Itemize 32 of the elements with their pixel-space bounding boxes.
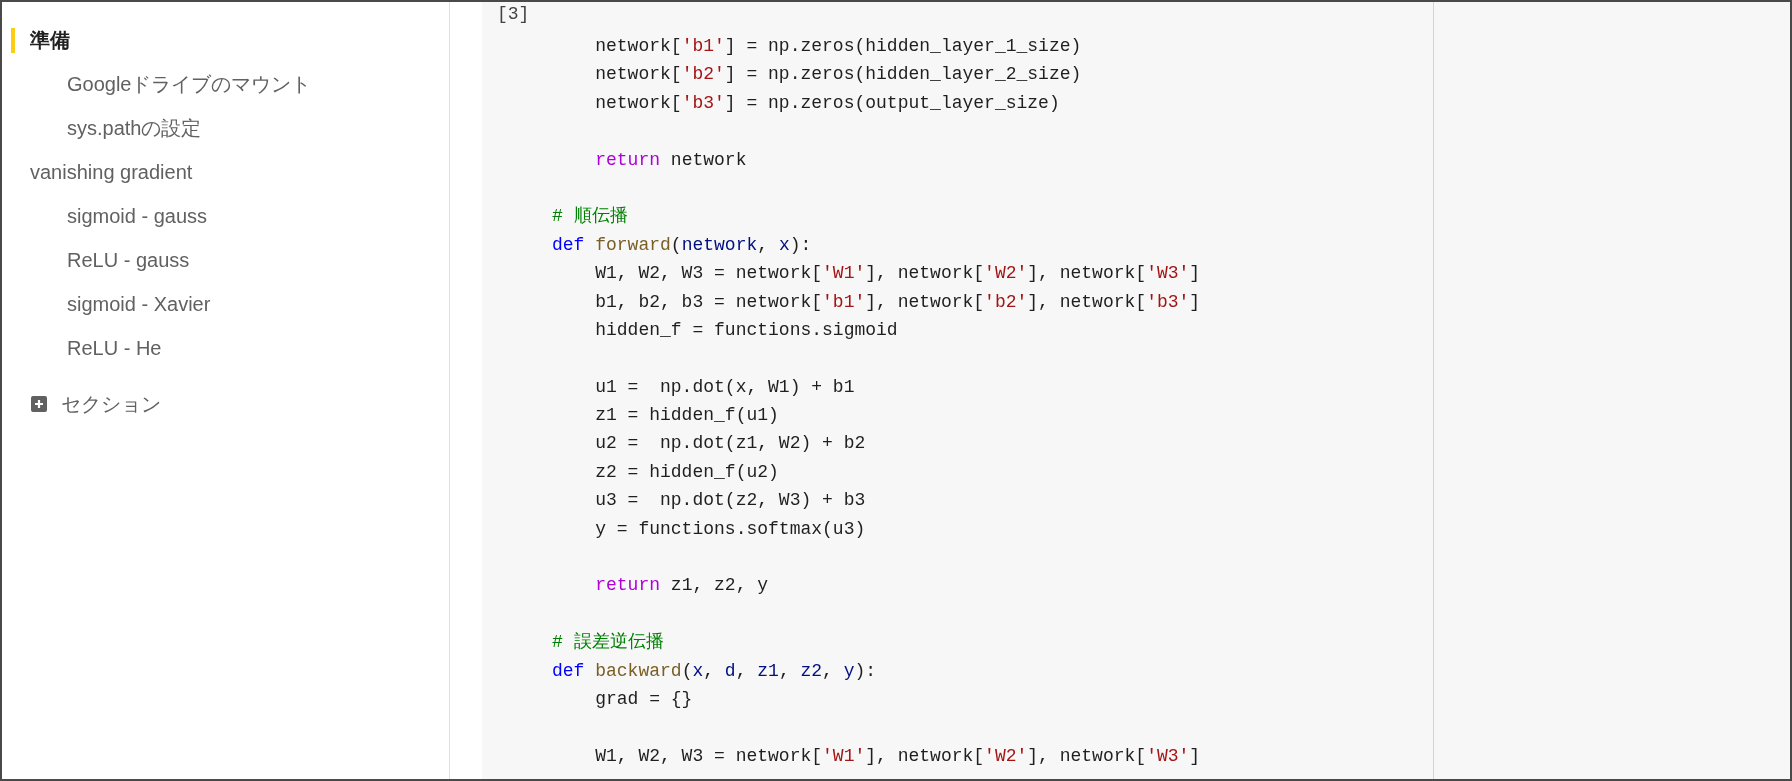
plus-square-icon [31,396,47,412]
code-line: u3 = np.dot(z2, W3) + b3 [594,489,866,513]
toc-item[interactable]: sigmoid - gauss [67,203,208,229]
selection-bar [11,27,15,53]
toc-item[interactable]: sigmoid - Xavier [67,291,211,317]
code-line: def backward(x, d, z1, z2, y): [552,659,877,683]
code-line: # 順伝播 [552,205,628,229]
add-section-button[interactable]: セクション [31,391,161,417]
code-line: def forward(network, x): [552,233,812,257]
toc-item[interactable]: ReLU - gauss [67,247,190,273]
toc-item[interactable]: 準備 [30,27,70,53]
code-line: u1 = np.dot(x, W1) + b1 [594,375,855,399]
execution-count: [3] [497,3,530,26]
code-line: grad = {} [594,688,693,711]
code-line: z1 = hidden_f(u1) [594,404,779,428]
toc-item[interactable]: vanishing gradient [30,159,193,185]
code-line: network['b2'] = np.zeros(hidden_layer_2_size) [594,63,1082,87]
code-line: network['b3'] = np.zeros(output_layer_size) [594,91,1060,115]
code-line: return network [594,148,747,172]
code-line: u2 = np.dot(z1, W2) + b2 [594,432,866,456]
code-line: # 誤差逆伝播 [552,631,664,655]
toc-item[interactable]: ReLU - He [67,335,162,361]
code-line: W1, W2, W3 = network['W1'], network['W2'], network['W3'] [594,744,1201,768]
toc-item[interactable]: sys.pathの設定 [67,115,202,141]
code-line: W1, W2, W3 = network['W1'], network['W2'], network['W3'] [594,262,1201,286]
code-line: hidden_f = functions.sigmoid [594,318,898,342]
code-line: z2 = hidden_f(u2) [594,460,779,484]
toc-item[interactable]: Googleドライブのマウント [67,71,312,97]
code-line: b1, b2, b3 = network['b1'], network['b2'], network['b3'] [594,290,1201,314]
code-line: network['b1'] = np.zeros(hidden_layer_1_size) [594,35,1082,58]
code-line: return z1, z2, y [594,574,769,598]
code-line: y = functions.softmax(u3) [594,517,866,541]
